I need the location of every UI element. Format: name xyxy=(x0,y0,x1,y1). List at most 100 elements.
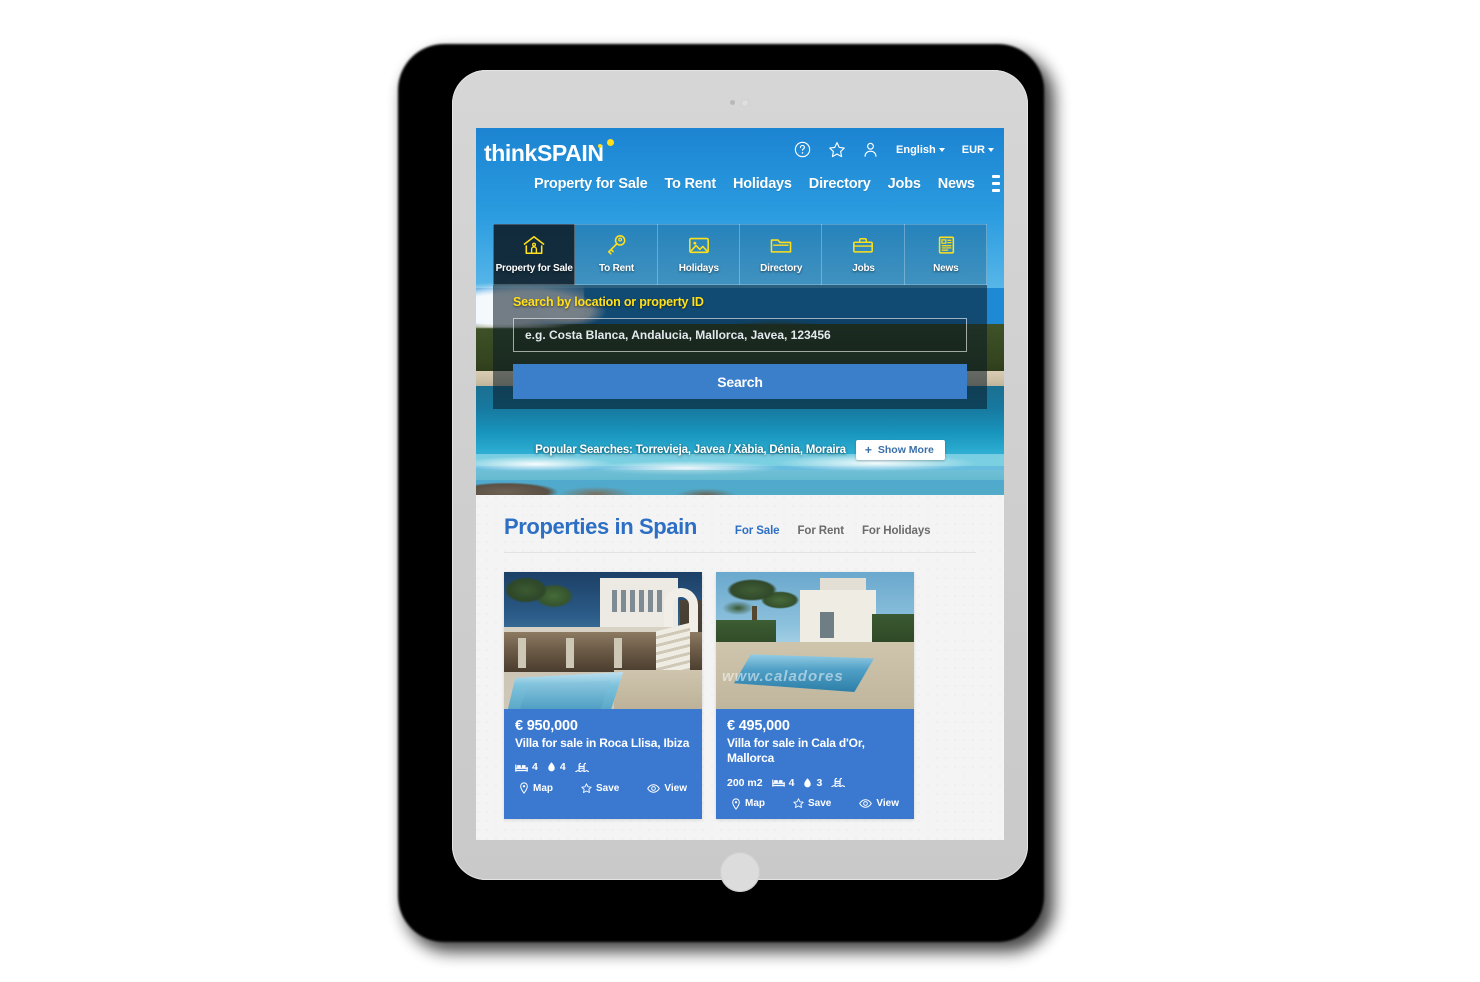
category-tile-holidays[interactable]: Holidays xyxy=(657,224,740,285)
site-logo[interactable]: thinkSPAIN xyxy=(484,140,604,167)
header-utility-bar: English EUR xyxy=(794,141,994,158)
screenshot-stage: thinkSPAIN English EUR Property for Sale… xyxy=(0,0,1480,982)
hero-banner: thinkSPAIN English EUR Property for Sale… xyxy=(476,128,1004,495)
main-navigation: Property for Sale To Rent Holidays Direc… xyxy=(476,175,1004,192)
user-icon[interactable] xyxy=(862,141,879,158)
tab-for-holidays[interactable]: For Holidays xyxy=(862,525,931,537)
listing-price: € 950,000 xyxy=(515,718,578,734)
nav-item-to-rent[interactable]: To Rent xyxy=(664,176,716,192)
nav-item-jobs[interactable]: Jobs xyxy=(888,176,921,192)
help-circle-icon[interactable] xyxy=(794,141,811,158)
tab-for-sale[interactable]: For Sale xyxy=(735,525,780,537)
photo-deck xyxy=(614,670,702,709)
page-title: Properties in Spain xyxy=(504,514,697,539)
save-action[interactable]: Save xyxy=(581,783,619,794)
popular-searches-text: Popular Searches: Torrevieja, Javea / Xà… xyxy=(535,444,846,456)
category-tile-property-for-sale[interactable]: Property for Sale xyxy=(493,224,576,285)
chevron-down-icon xyxy=(938,147,945,152)
map-pin-icon xyxy=(520,782,528,795)
bedroom-count: 4 xyxy=(532,761,538,774)
star-icon[interactable] xyxy=(828,141,845,158)
listing-photo[interactable] xyxy=(504,572,702,709)
language-selector[interactable]: English xyxy=(896,144,945,156)
bathroom-count: 3 xyxy=(816,776,823,789)
logo-dot-small-icon xyxy=(598,144,602,148)
search-button[interactable]: Search xyxy=(513,364,967,399)
tablet-camera xyxy=(730,100,735,105)
bed-icon xyxy=(771,779,785,787)
category-tile-to-rent[interactable]: To Rent xyxy=(575,224,658,285)
popular-searches-row: Popular Searches: Torrevieja, Javea / Xà… xyxy=(476,440,1004,460)
listing-card[interactable]: € 950,000 Villa for sale in Roca Llisa, … xyxy=(504,572,702,819)
nav-item-property-for-sale[interactable]: Property for Sale xyxy=(534,176,648,192)
view-label: View xyxy=(876,798,899,810)
eye-icon xyxy=(647,784,661,793)
search-title: Search by location or property ID xyxy=(513,295,704,309)
tablet-screen: thinkSPAIN English EUR Property for Sale… xyxy=(476,128,1004,840)
pool-icon xyxy=(831,778,846,788)
folder-icon xyxy=(768,232,794,258)
view-action[interactable]: View xyxy=(647,783,687,794)
spec-bedrooms: 4 xyxy=(771,776,795,789)
photo-house xyxy=(800,590,876,642)
spec-bathrooms: 3 xyxy=(803,777,822,789)
nav-item-directory[interactable]: Directory xyxy=(809,176,871,192)
listing-tabs: For Sale For Rent For Holidays xyxy=(735,525,931,537)
show-more-label: Show More xyxy=(877,444,934,456)
show-more-button[interactable]: + Show More xyxy=(855,440,945,460)
area-value: 200 m2 xyxy=(727,776,763,789)
tablet-sensor xyxy=(741,99,749,107)
listing-card[interactable]: www.caladores € 495,000 Villa for sale i… xyxy=(716,572,914,819)
chevron-down-icon xyxy=(988,147,994,152)
bathroom-count: 4 xyxy=(559,761,566,774)
listing-photo[interactable]: www.caladores xyxy=(716,572,914,709)
eye-icon xyxy=(859,799,873,808)
photo-window xyxy=(612,590,664,612)
map-pin-icon xyxy=(732,798,740,810)
star-icon xyxy=(581,783,592,793)
pool-icon xyxy=(574,762,589,772)
map-action[interactable]: Map xyxy=(519,782,553,795)
nav-item-news[interactable]: News xyxy=(938,176,975,192)
save-label: Save xyxy=(808,798,832,810)
currency-label: EUR xyxy=(961,143,985,156)
save-action[interactable]: Save xyxy=(793,798,831,809)
hamburger-menu-icon[interactable] xyxy=(991,175,1000,192)
photo-tree xyxy=(506,574,576,622)
logo-spain: SPAIN xyxy=(536,140,604,166)
category-tile-directory[interactable]: Directory xyxy=(739,224,823,285)
category-tile-news[interactable]: News xyxy=(904,224,987,285)
category-label: Property for Sale xyxy=(495,263,573,274)
shower-icon xyxy=(804,777,812,788)
nav-item-holidays[interactable]: Holidays xyxy=(733,176,792,192)
category-label: Directory xyxy=(760,263,803,274)
spec-bedrooms: 4 xyxy=(515,761,538,773)
plus-icon: + xyxy=(864,443,872,457)
listing-actions: Map Save View xyxy=(515,782,691,795)
currency-selector[interactable]: EUR xyxy=(962,144,994,156)
newspaper-icon xyxy=(933,232,959,258)
hero-rocks xyxy=(476,470,1004,495)
view-action[interactable]: View xyxy=(859,798,899,809)
properties-section: Properties in Spain For Sale For Rent Fo… xyxy=(476,495,1004,840)
listing-details: € 950,000 Villa for sale in Roca Llisa, … xyxy=(504,709,702,803)
tab-for-rent[interactable]: For Rent xyxy=(797,525,844,537)
listing-title: Villa for sale in Cala d'Or, Mallorca xyxy=(727,736,865,766)
spec-bathrooms: 4 xyxy=(547,761,566,773)
bed-icon xyxy=(515,764,528,772)
spec-pool xyxy=(574,762,589,773)
search-input[interactable] xyxy=(513,318,967,352)
bedroom-count: 4 xyxy=(788,776,795,789)
category-tile-jobs[interactable]: Jobs xyxy=(822,224,905,285)
search-panel: Search by location or property ID Search xyxy=(493,285,987,409)
save-label: Save xyxy=(596,782,620,794)
key-icon xyxy=(603,232,629,258)
logo-think: think xyxy=(484,140,537,166)
category-label: To Rent xyxy=(598,263,635,274)
category-label: Holidays xyxy=(678,263,719,274)
language-label: English xyxy=(896,143,936,156)
site-header: thinkSPAIN English EUR Property for Sale… xyxy=(476,128,1004,214)
map-action[interactable]: Map xyxy=(731,798,765,810)
tablet-home-button[interactable] xyxy=(720,852,760,892)
listing-price: € 495,000 xyxy=(727,718,790,734)
